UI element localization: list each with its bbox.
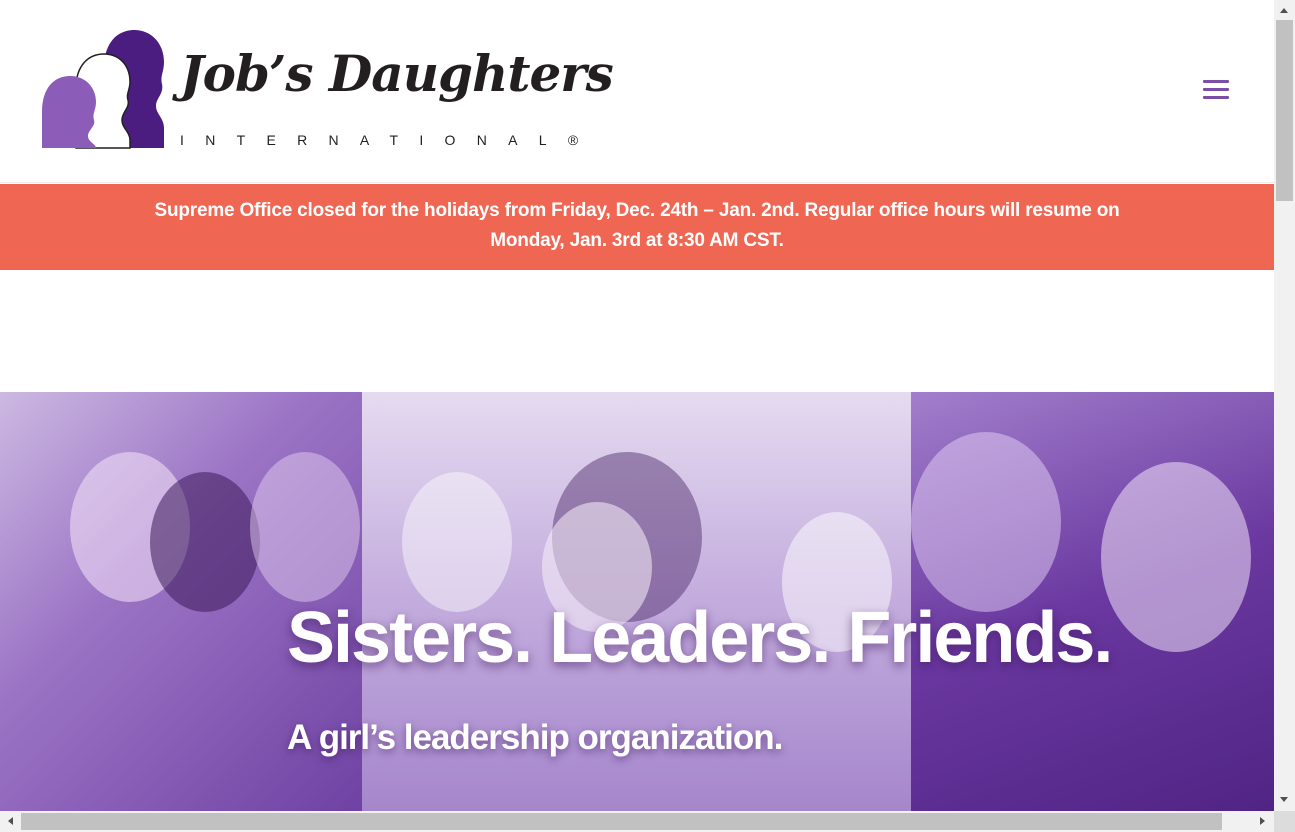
- menu-line: [1203, 96, 1229, 99]
- hamburger-icon[interactable]: [1198, 74, 1234, 104]
- vertical-scrollbar-thumb[interactable]: [1276, 20, 1293, 201]
- notice-line-1: Supreme Office closed for the holidays f…: [154, 200, 1120, 221]
- site-logo-link[interactable]: Job’s Daughters INTERNATIONAL®: [40, 28, 614, 153]
- hero-subtitle: A girl’s leadership organization.: [287, 718, 783, 757]
- menu-line: [1203, 80, 1229, 83]
- hero-title: Sisters. Leaders. Friends.: [287, 598, 1113, 678]
- logo-silhouettes-icon: [42, 30, 164, 149]
- page-viewport: Job’s Daughters INTERNATIONAL® Supreme O…: [0, 0, 1274, 811]
- photo-face: [1101, 462, 1251, 652]
- vertical-scrollbar[interactable]: [1274, 0, 1295, 811]
- horizontal-scrollbar-thumb[interactable]: [21, 813, 1222, 830]
- menu-line: [1203, 88, 1229, 91]
- arrow-left-icon[interactable]: [8, 817, 13, 825]
- scrollbar-corner: [1274, 811, 1295, 832]
- horizontal-scrollbar[interactable]: [0, 811, 1274, 832]
- site-header: Job’s Daughters INTERNATIONAL®: [0, 0, 1274, 183]
- holiday-notice-banner: Supreme Office closed for the holidays f…: [0, 184, 1274, 270]
- photo-face: [250, 452, 360, 602]
- arrow-right-icon[interactable]: [1260, 817, 1265, 825]
- photo-face: [911, 432, 1061, 612]
- arrow-down-icon[interactable]: [1280, 797, 1288, 802]
- photo-face: [150, 472, 260, 612]
- photo-face: [402, 472, 512, 612]
- logo-script-text: Job’s Daughters: [180, 44, 614, 103]
- logo-sub-text: INTERNATIONAL®: [180, 132, 600, 148]
- hero-section: Sisters. Leaders. Friends. A girl’s lead…: [0, 392, 1274, 811]
- notice-line-2: Monday, Jan. 3rd at 8:30 AM CST.: [490, 230, 784, 251]
- arrow-up-icon[interactable]: [1280, 8, 1288, 13]
